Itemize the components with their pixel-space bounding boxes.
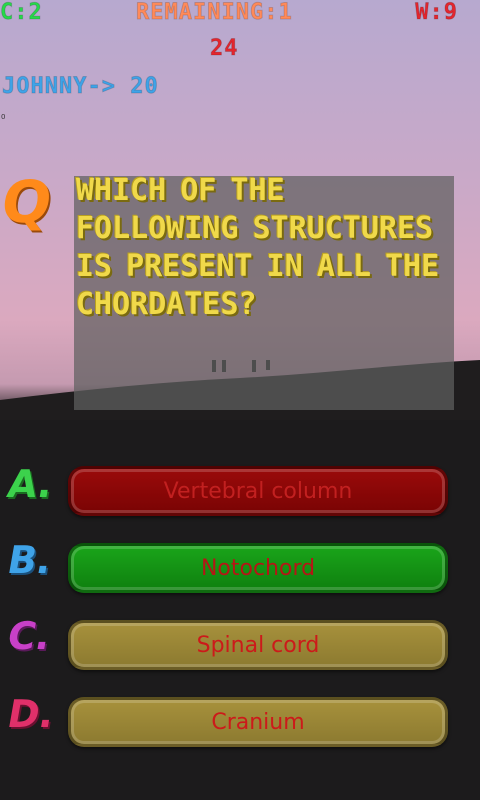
answer-button-c[interactable]: Spinal cord bbox=[68, 620, 448, 670]
player-score: JOHNNY-> 20 bbox=[2, 74, 159, 100]
answer-button-d[interactable]: Cranium bbox=[68, 697, 448, 747]
answer-label-a: Vertebral column bbox=[163, 478, 353, 504]
answer-button-a[interactable]: Vertebral column bbox=[68, 466, 448, 516]
tiny-indicator: 0 bbox=[1, 113, 6, 121]
timer: 24 bbox=[210, 36, 239, 62]
answer-letter-c: C. bbox=[4, 614, 55, 658]
answer-label-b: Notochord bbox=[200, 555, 316, 581]
answer-button-b[interactable]: Notochord bbox=[68, 543, 448, 593]
answer-letter-a: A. bbox=[4, 462, 57, 506]
answer-letter-d: D. bbox=[4, 692, 58, 736]
question-text: Which of the following structures is pre… bbox=[76, 173, 440, 322]
answer-letter-b: B. bbox=[4, 538, 56, 582]
question-marker-icon: Q bbox=[0, 168, 57, 236]
answer-label-d: Cranium bbox=[211, 709, 305, 735]
answer-label-c: Spinal cord bbox=[196, 632, 320, 658]
remaining-count: REMAINING:1 bbox=[136, 0, 293, 26]
wrong-count: W:9 bbox=[415, 0, 458, 26]
correct-count: C:2 bbox=[0, 0, 43, 26]
